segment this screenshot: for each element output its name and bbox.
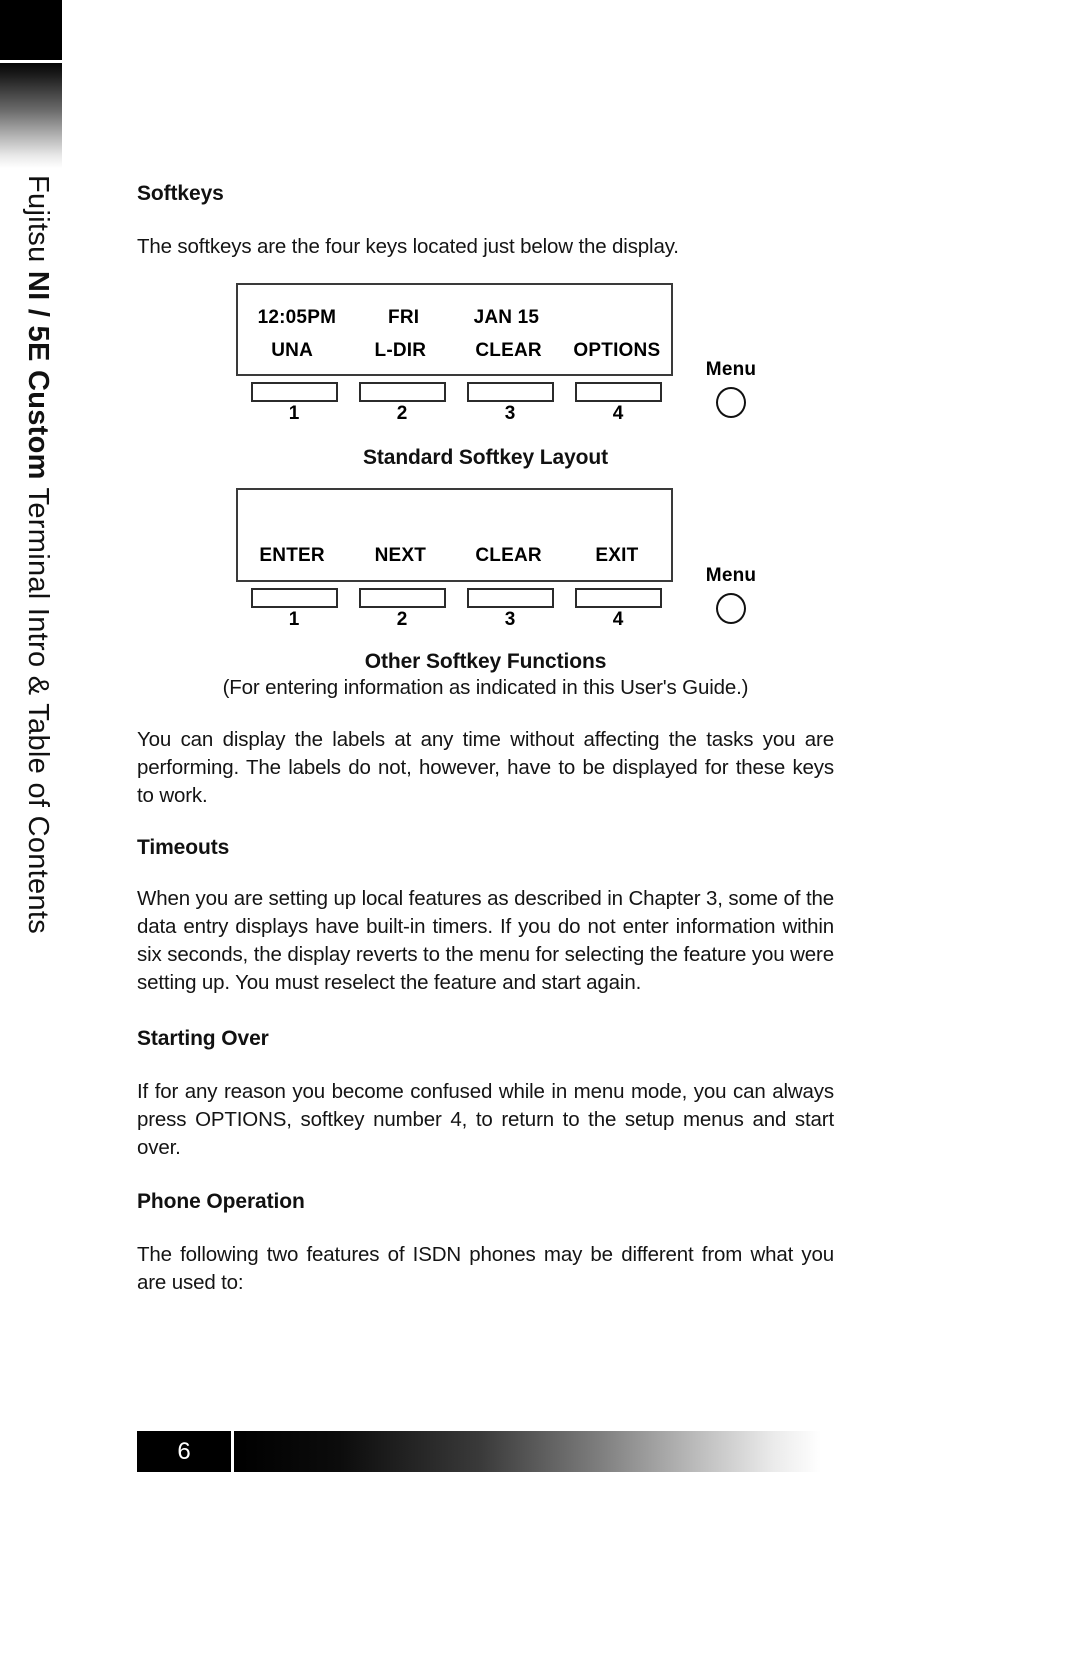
spine-suffix: Terminal Intro & Table of Contents	[22, 479, 54, 935]
softkey-1-box[interactable]	[250, 382, 338, 402]
heading-softkeys: Softkeys	[137, 182, 224, 205]
softkey-label-next: NEXT	[374, 545, 427, 566]
softkey-other-4-number: 4	[612, 609, 624, 630]
display-day: FRI	[388, 307, 420, 328]
diagram-standard-softkey-layout: 12:05PM FRI JAN 15 UNA L-DIR CLEAR OPTIO…	[137, 283, 834, 470]
heading-timeouts: Timeouts	[137, 836, 230, 859]
caption-other-softkey-functions: Other Softkey Functions	[364, 650, 607, 673]
softkey-1-number: 1	[288, 403, 300, 424]
softkey-1[interactable]: 1	[242, 382, 346, 425]
document-page: Fujitsu NI / 5E Custom Terminal Intro & …	[0, 0, 1080, 1669]
spine-prefix: Fujitsu	[22, 175, 54, 271]
menu-button-circle-icon[interactable]	[716, 387, 746, 418]
display-softkey-label-row: UNA L-DIR CLEAR OPTIONS	[238, 340, 671, 362]
softkey-label-2: L-DIR	[374, 340, 427, 361]
page-number: 6	[137, 1431, 231, 1472]
footer-gradient-bar	[234, 1431, 821, 1472]
caption-other-softkey-note: (For entering information as indicated i…	[222, 676, 749, 699]
display-date: JAN 15	[473, 307, 540, 328]
softkey-other-2[interactable]: 2	[350, 588, 454, 631]
softkey-4-box[interactable]	[574, 382, 662, 402]
menu-button-label-other: Menu	[705, 565, 757, 586]
softkey-label-clear: CLEAR	[475, 545, 542, 566]
softkey-other-1-box[interactable]	[250, 588, 338, 608]
paragraph-softkeys-intro: The softkeys are the four keys located j…	[137, 235, 679, 258]
menu-button-circle-icon-other[interactable]	[716, 593, 746, 624]
softkey-label-exit: EXIT	[595, 545, 639, 566]
softkey-3-number: 3	[504, 403, 516, 424]
softkey-label-3: CLEAR	[475, 340, 542, 361]
diagram-other-softkey-functions: ENTER NEXT CLEAR EXIT 1 2 3 4 Menu Other…	[137, 488, 834, 700]
softkey-other-4[interactable]: 4	[566, 588, 670, 631]
softkey-label-1: UNA	[271, 340, 313, 361]
softkey-3-box[interactable]	[466, 382, 554, 402]
softkey-other-2-number: 2	[396, 609, 408, 630]
display-softkey-label-row-other: ENTER NEXT CLEAR EXIT	[238, 545, 671, 567]
content-column: Softkeys The softkeys are the four keys …	[137, 0, 834, 1297]
spine: Fujitsu NI / 5E Custom Terminal Intro & …	[0, 0, 62, 1000]
page-footer: 6	[137, 1431, 821, 1472]
caption-standard-softkey-layout: Standard Softkey Layout	[362, 446, 609, 469]
softkey-other-4-box[interactable]	[574, 588, 662, 608]
softkey-other-2-box[interactable]	[358, 588, 446, 608]
display-status-blank	[561, 307, 671, 329]
phone-display-standard: 12:05PM FRI JAN 15 UNA L-DIR CLEAR OPTIO…	[236, 283, 673, 376]
softkey-other-3-number: 3	[504, 609, 516, 630]
menu-button-label: Menu	[705, 359, 757, 380]
softkey-2-number: 2	[396, 403, 408, 424]
heading-phone-operation: Phone Operation	[137, 1190, 305, 1213]
paragraph-starting-over: If for any reason you become confused wh…	[137, 1080, 834, 1159]
display-time: 12:05PM	[257, 307, 337, 328]
paragraph-phone-operation: The following two features of ISDN phone…	[137, 1243, 834, 1294]
phone-display-other: ENTER NEXT CLEAR EXIT	[236, 488, 673, 582]
softkey-other-1[interactable]: 1	[242, 588, 346, 631]
heading-starting-over: Starting Over	[137, 1027, 269, 1050]
softkey-2[interactable]: 2	[350, 382, 454, 425]
softkey-other-1-number: 1	[288, 609, 300, 630]
softkey-other-3[interactable]: 3	[458, 588, 562, 631]
menu-button-group-standard[interactable]: Menu	[686, 359, 776, 418]
paragraph-softkeys-body: You can display the labels at any time w…	[137, 728, 834, 807]
softkey-4[interactable]: 4	[566, 382, 670, 425]
display-status-line: 12:05PM FRI JAN 15	[238, 307, 671, 329]
softkey-2-box[interactable]	[358, 382, 446, 402]
paragraph-timeouts: When you are setting up local features a…	[137, 887, 834, 994]
softkey-4-number: 4	[612, 403, 624, 424]
menu-button-group-other[interactable]: Menu	[686, 565, 776, 624]
softkey-3[interactable]: 3	[458, 382, 562, 425]
spine-title: Fujitsu NI / 5E Custom Terminal Intro & …	[21, 175, 54, 934]
softkey-label-4: OPTIONS	[573, 340, 661, 361]
softkey-other-3-box[interactable]	[466, 588, 554, 608]
softkey-label-enter: ENTER	[259, 545, 325, 566]
spine-bold: NI / 5E Custom	[22, 270, 54, 480]
